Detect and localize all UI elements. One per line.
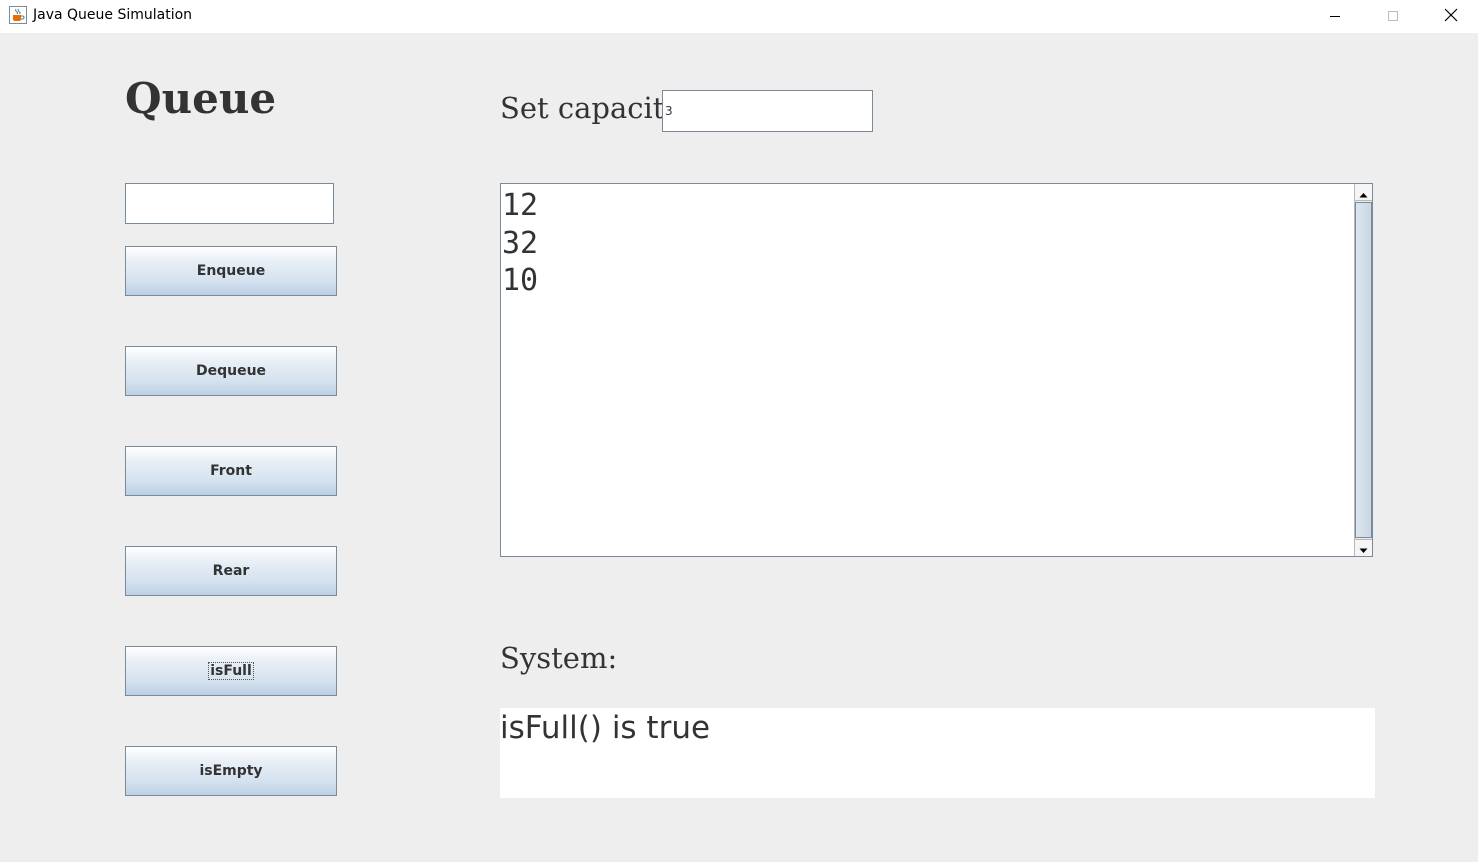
scroll-down-button[interactable] bbox=[1355, 539, 1372, 556]
page-title: Queue bbox=[125, 74, 277, 123]
close-icon bbox=[1444, 7, 1458, 26]
dequeue-button[interactable]: Dequeue bbox=[125, 346, 337, 396]
maximize-icon bbox=[1387, 7, 1399, 26]
isfull-button-label: isFull bbox=[208, 662, 254, 680]
queue-display[interactable]: 12 32 10 bbox=[500, 183, 1373, 557]
minimize-button[interactable] bbox=[1306, 0, 1364, 33]
queue-list: 12 32 10 bbox=[502, 187, 538, 300]
window-title: Java Queue Simulation bbox=[33, 7, 193, 23]
app-window: Java Queue Simulation Queue Enqueue Dequ… bbox=[0, 0, 1478, 862]
queue-item: 32 bbox=[502, 225, 539, 261]
isfull-button[interactable]: isFull bbox=[125, 646, 337, 696]
arrow-up-icon bbox=[1359, 183, 1368, 202]
capacity-input[interactable] bbox=[662, 90, 873, 132]
scroll-thumb[interactable] bbox=[1355, 202, 1372, 538]
queue-item: 10 bbox=[502, 263, 539, 298]
queue-item: 12 bbox=[502, 188, 539, 223]
maximize-button[interactable] bbox=[1364, 0, 1422, 33]
enqueue-button[interactable]: Enqueue bbox=[125, 246, 337, 296]
title-bar[interactable]: Java Queue Simulation bbox=[0, 0, 1478, 33]
rear-button-label: Rear bbox=[212, 563, 250, 579]
vertical-scrollbar[interactable] bbox=[1354, 184, 1372, 556]
system-output[interactable]: isFull() is true bbox=[500, 708, 1375, 798]
scroll-up-button[interactable] bbox=[1355, 184, 1372, 201]
rear-button[interactable]: Rear bbox=[125, 546, 337, 596]
arrow-down-icon bbox=[1359, 539, 1368, 558]
minimize-icon bbox=[1329, 7, 1341, 26]
java-cup-icon bbox=[9, 6, 27, 24]
isempty-button[interactable]: isEmpty bbox=[125, 746, 337, 796]
value-input[interactable] bbox=[125, 183, 334, 224]
system-label: System: bbox=[500, 641, 618, 675]
close-button[interactable] bbox=[1422, 0, 1478, 33]
dequeue-button-label: Dequeue bbox=[195, 363, 267, 379]
isempty-button-label: isEmpty bbox=[199, 763, 263, 779]
system-message: isFull() is true bbox=[500, 710, 711, 746]
enqueue-button-label: Enqueue bbox=[196, 263, 266, 279]
front-button-label: Front bbox=[210, 463, 252, 479]
front-button[interactable]: Front bbox=[125, 446, 337, 496]
